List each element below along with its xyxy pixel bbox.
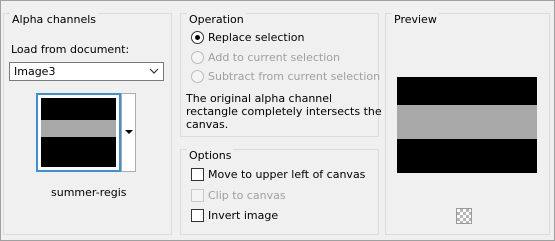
intersect-message-line1: The original alpha channel <box>186 92 333 105</box>
radio-indicator <box>191 31 204 44</box>
checkbox-box <box>191 168 204 181</box>
operation-title: Operation <box>187 13 246 26</box>
load-from-document-label: Load from document: <box>11 43 130 56</box>
alpha-channel-thumbnail[interactable] <box>36 93 121 172</box>
document-select-value: Image3 <box>14 65 56 78</box>
checkbox-label: Move to upper left of canvas <box>208 168 366 181</box>
checkbox-label: Clip to canvas <box>208 189 286 202</box>
thumbnail-caption: summer-regis <box>51 186 127 199</box>
radio-indicator <box>191 70 204 83</box>
thumbnail-dropdown-button[interactable] <box>121 93 136 172</box>
radio-indicator <box>191 51 204 64</box>
radio-label: Add to current selection <box>208 51 340 64</box>
checkbox-box <box>191 209 204 222</box>
intersect-message-line2: rectangle completely intersects the <box>186 105 382 118</box>
radio-label: Replace selection <box>208 31 305 44</box>
thumbnail-band <box>41 120 116 138</box>
transparency-checker-icon[interactable] <box>456 208 472 224</box>
preview-title: Preview <box>392 13 439 26</box>
dropdown-arrow-icon <box>125 130 133 134</box>
checkbox-label: Invert image <box>208 209 279 222</box>
radio-label: Subtract from current selection <box>208 70 381 83</box>
chevron-down-icon <box>148 63 160 80</box>
alpha-channels-title: Alpha channels <box>10 13 99 26</box>
checkbox-box <box>191 189 204 202</box>
preview-band <box>397 105 537 139</box>
preview-image <box>397 77 537 173</box>
options-title: Options <box>187 149 234 162</box>
document-select[interactable]: Image3 <box>9 62 164 81</box>
intersect-message-line3: canvas. <box>186 118 229 131</box>
thumbnail-image <box>41 98 116 167</box>
